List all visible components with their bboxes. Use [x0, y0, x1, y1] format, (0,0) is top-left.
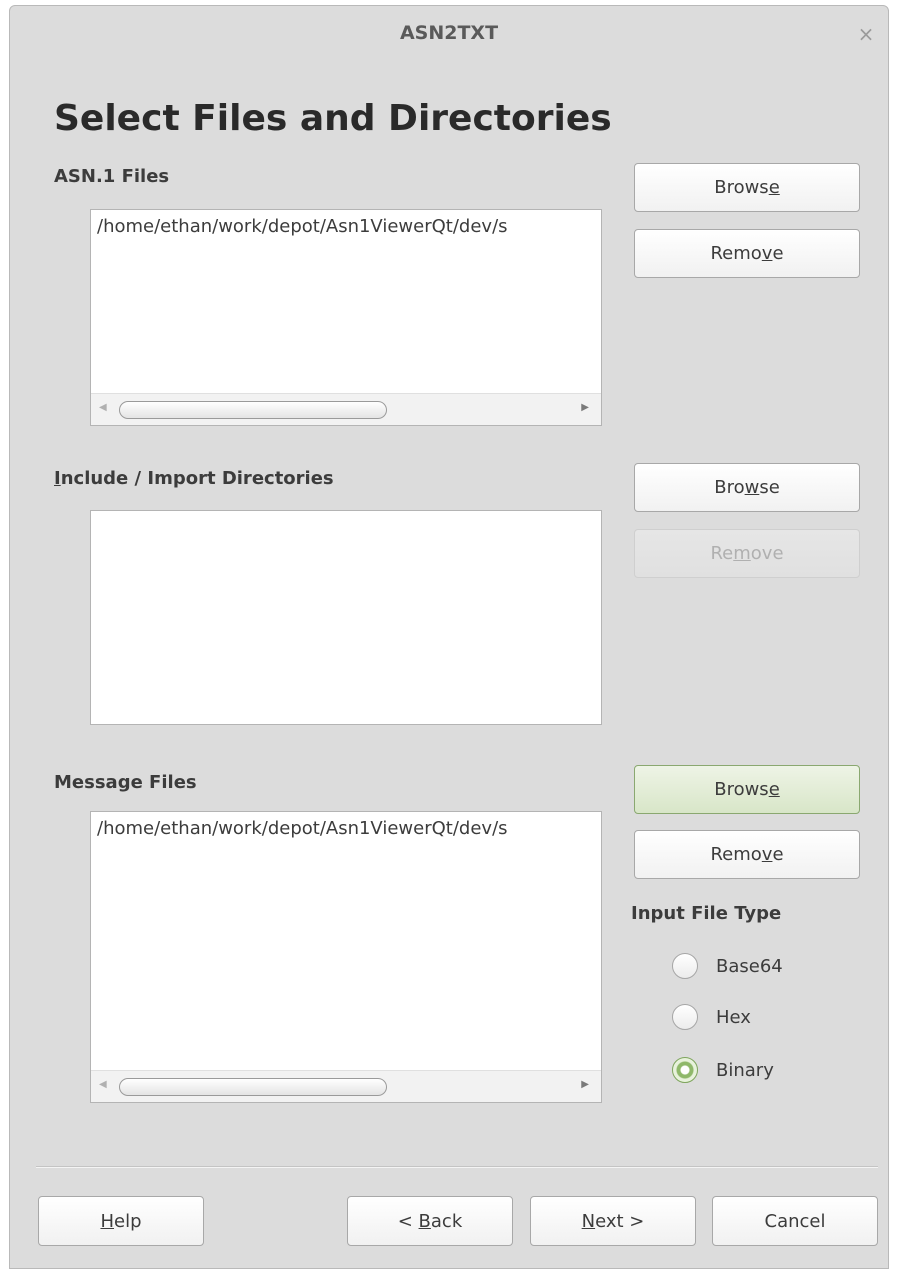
message-remove-button[interactable]: Remove [634, 830, 860, 879]
include-dirs-label: Include / Import Directories [54, 468, 334, 489]
asn-files-label: ASN.1 Files [54, 166, 170, 187]
message-browse-button[interactable]: Browse [634, 765, 860, 814]
list-item[interactable]: /home/ethan/work/depot/Asn1ViewerQt/dev/… [97, 818, 601, 839]
include-browse-button[interactable]: Browse [634, 463, 860, 512]
title-bar: ASN2TXT × [10, 6, 888, 66]
help-button[interactable]: Help [38, 1196, 204, 1246]
next-button[interactable]: Next > [530, 1196, 696, 1246]
radio-binary[interactable]: Binary [672, 1055, 774, 1085]
scroll-right-icon[interactable]: ▶ [581, 402, 589, 413]
asn-browse-button[interactable]: Browse [634, 163, 860, 212]
message-files-list[interactable]: /home/ethan/work/depot/Asn1ViewerQt/dev/… [90, 811, 602, 1103]
scroll-thumb[interactable] [119, 1078, 387, 1096]
include-remove-button: Remove [634, 529, 860, 578]
scroll-left-icon[interactable]: ◀ [99, 1079, 107, 1090]
asn-remove-button[interactable]: Remove [634, 229, 860, 278]
close-icon[interactable]: × [856, 24, 876, 44]
radio-hex[interactable]: Hex [672, 1002, 751, 1032]
asn-files-list[interactable]: /home/ethan/work/depot/Asn1ViewerQt/dev/… [90, 209, 602, 426]
back-button[interactable]: < Back [347, 1196, 513, 1246]
scroll-left-icon[interactable]: ◀ [99, 402, 107, 413]
radio-checked-icon[interactable] [672, 1057, 698, 1083]
asn-files-scrollbar[interactable]: ◀ ▶ [91, 393, 601, 425]
list-item[interactable]: /home/ethan/work/depot/Asn1ViewerQt/dev/… [97, 216, 601, 237]
radio-unchecked-icon[interactable] [672, 953, 698, 979]
page-title: Select Files and Directories [54, 98, 612, 139]
window-title: ASN2TXT [399, 22, 499, 44]
footer-separator [36, 1166, 878, 1168]
scroll-right-icon[interactable]: ▶ [581, 1079, 589, 1090]
message-files-scrollbar[interactable]: ◀ ▶ [91, 1070, 601, 1102]
include-dirs-list[interactable] [90, 510, 602, 725]
input-file-type-label: Input File Type [631, 903, 782, 924]
scroll-thumb[interactable] [119, 401, 387, 419]
radio-unchecked-icon[interactable] [672, 1004, 698, 1030]
cancel-button[interactable]: Cancel [712, 1196, 878, 1246]
message-files-label: Message Files [54, 772, 197, 793]
dialog-window: ASN2TXT × Select Files and Directories A… [9, 5, 889, 1269]
radio-label: Base64 [716, 955, 783, 977]
radio-base64[interactable]: Base64 [672, 951, 783, 981]
radio-label: Binary [716, 1059, 774, 1081]
radio-label: Hex [716, 1006, 751, 1028]
